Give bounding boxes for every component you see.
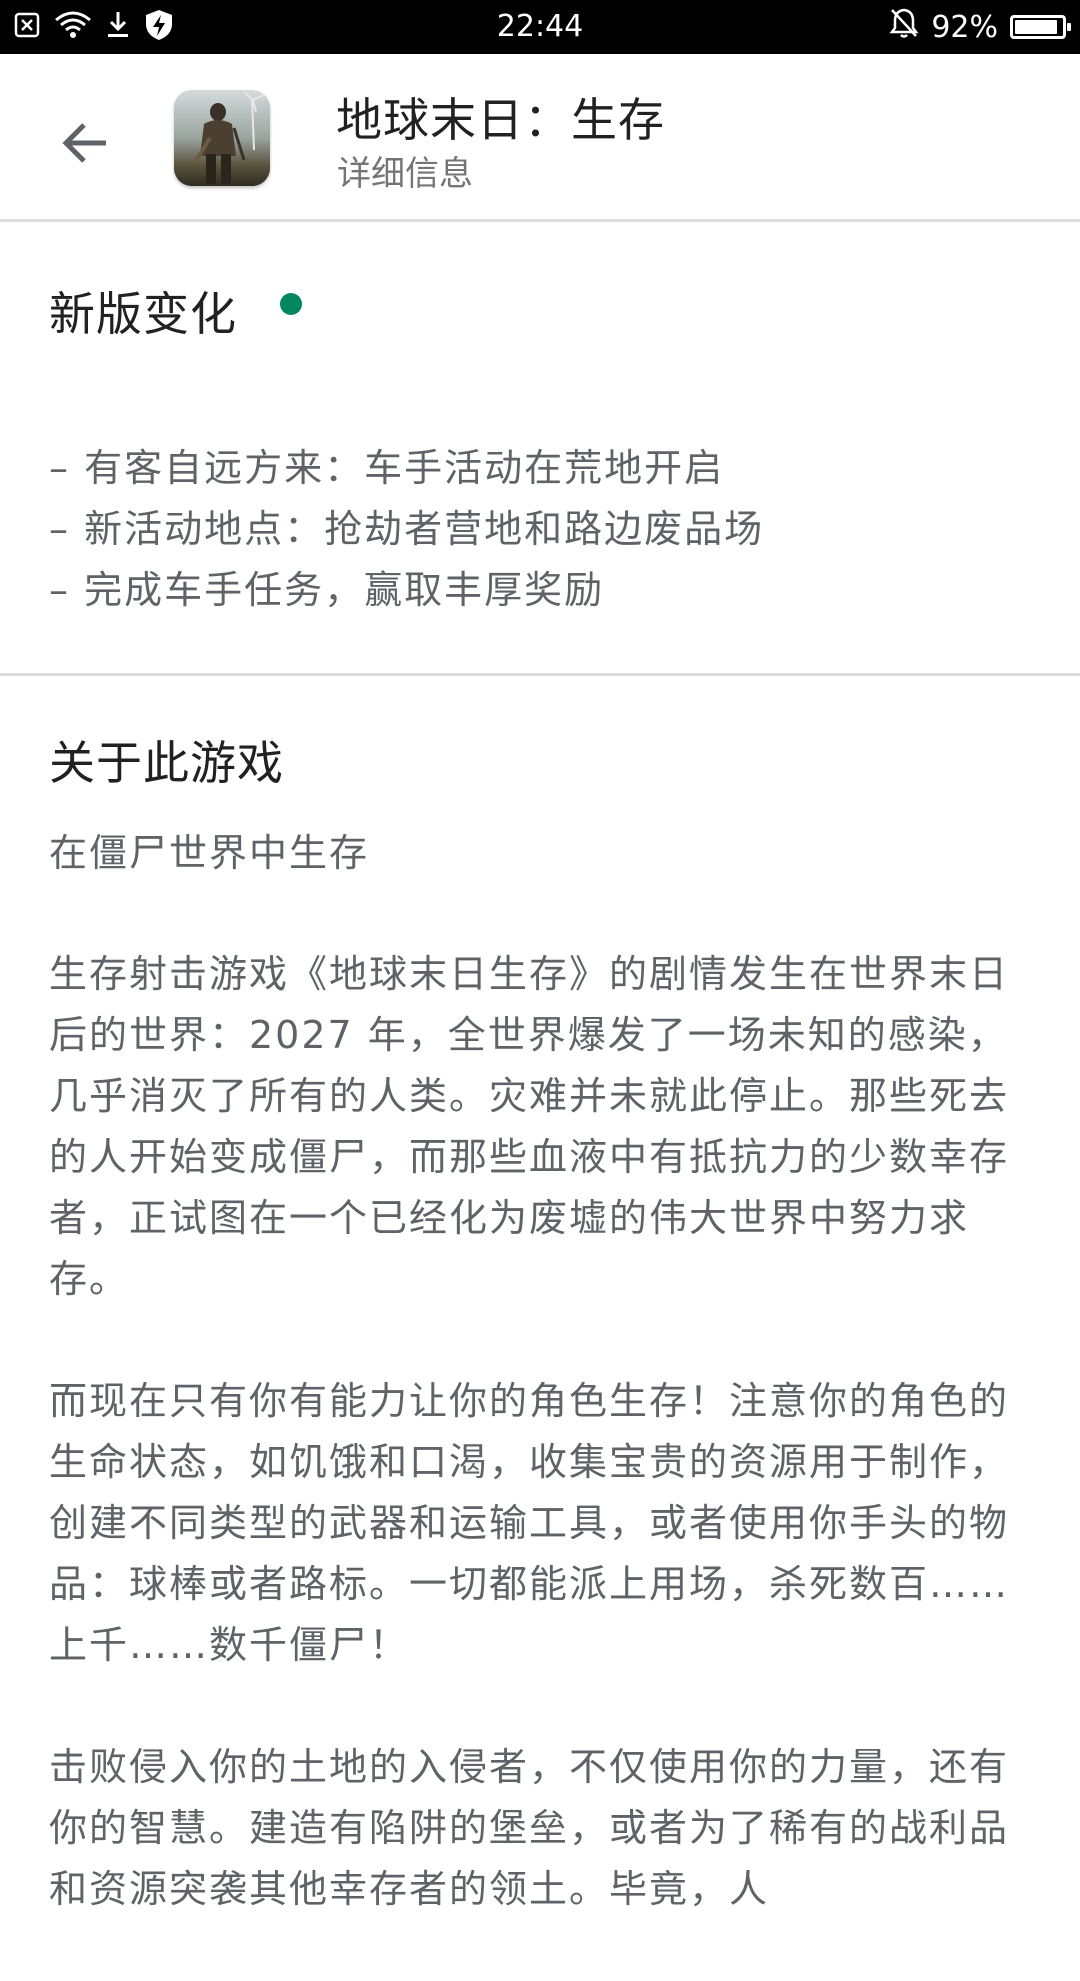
status-right-icons: 92%: [889, 0, 1071, 54]
whats-new-title: 新版变化: [49, 287, 237, 341]
bell-off-icon: [889, 7, 919, 47]
description-paragraph: 击败侵入你的土地的入侵者，不仅使用你的力量，还有你的智慧。建造有陷阱的堡垒，或者…: [49, 1745, 1010, 1911]
description-paragraph: 生存射击游戏《地球末日生存》的剧情发生在世界末日后的世界：2027 年，全世界爆…: [49, 952, 1010, 1301]
about-tagline: 在僵尸世界中生存: [49, 831, 370, 875]
arrow-back-icon: [62, 123, 106, 163]
back-button[interactable]: [50, 108, 120, 178]
list-item: – 新活动地点：抢劫者营地和路边废品场: [49, 507, 765, 551]
about-title: 关于此游戏: [49, 736, 284, 790]
page-subtitle: 详细信息: [337, 154, 473, 194]
list-item: – 完成车手任务，赢取丰厚奖励: [49, 568, 605, 612]
battery-percent: 92%: [931, 9, 998, 45]
list-item: – 有客自远方来：车手活动在荒地开启: [49, 446, 725, 490]
battery-level-fill: [1015, 20, 1057, 34]
game-app-icon[interactable]: [174, 90, 270, 186]
battery-icon: [1010, 15, 1071, 39]
app-title: 地球末日：生存: [336, 93, 665, 147]
about-description: 生存射击游戏《地球末日生存》的剧情发生在世界末日后的世界：2027 年，全世界爆…: [49, 944, 1009, 1981]
section-divider: [0, 673, 1080, 676]
app-header: 地球末日：生存 详细信息: [0, 54, 1080, 222]
status-bar: 22:44 92%: [0, 0, 1080, 54]
new-indicator-dot: [280, 293, 302, 315]
description-paragraph: 而现在只有你有能力让你的角色生存！注意你的角色的生命状态，如饥饿和口渴，收集宝贵…: [49, 1379, 1010, 1667]
whats-new-list: – 有客自远方来：车手活动在荒地开启 – 新活动地点：抢劫者营地和路边废品场 –…: [49, 438, 764, 621]
